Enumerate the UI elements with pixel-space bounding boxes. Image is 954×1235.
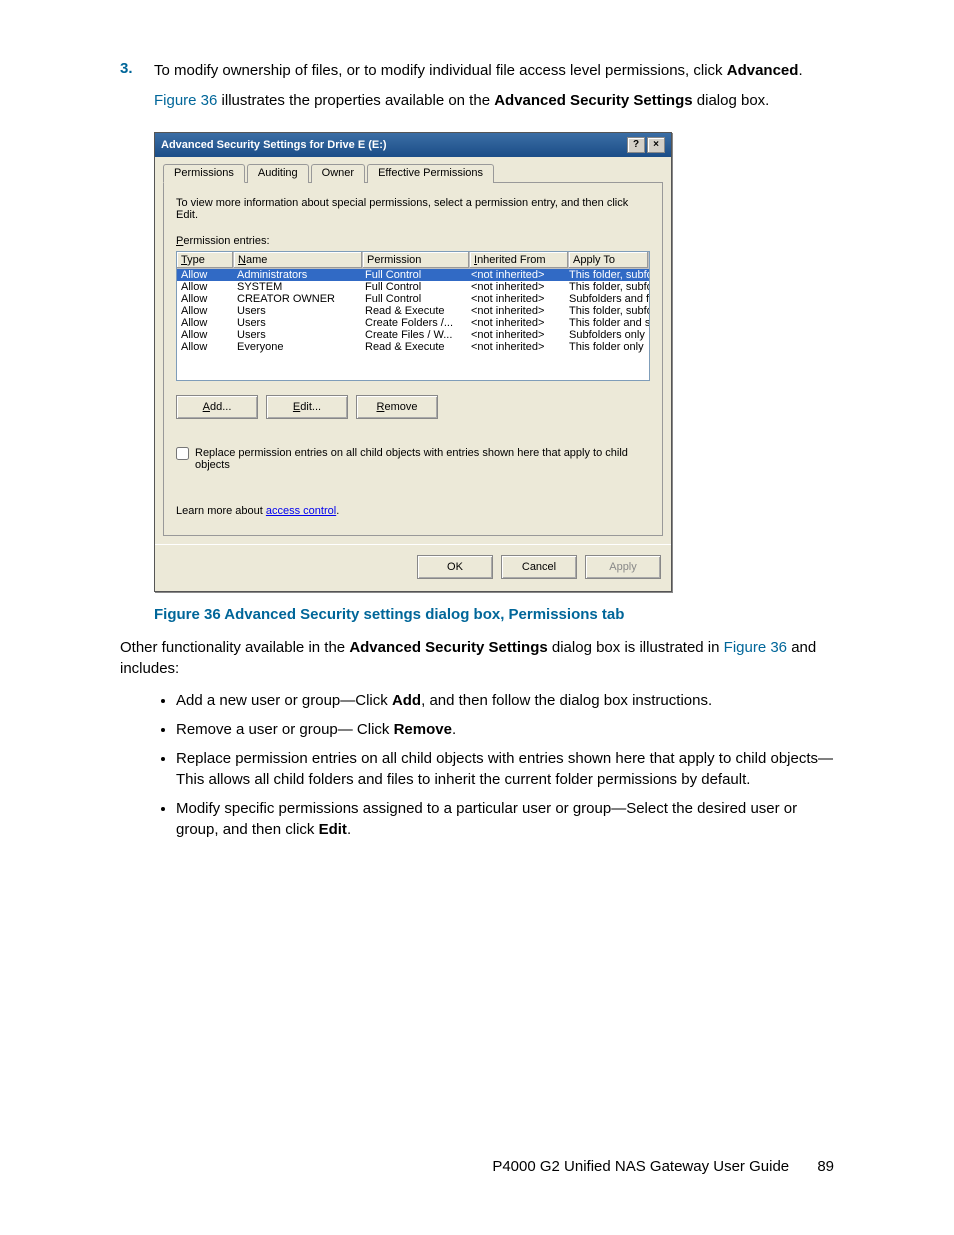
remove-button[interactable]: Remove [356, 395, 438, 419]
dialog-title: Advanced Security Settings for Drive E (… [161, 139, 625, 151]
replace-checkbox-row[interactable]: Replace permission entries on all child … [176, 447, 650, 471]
tab-auditing[interactable]: Auditing [247, 164, 309, 183]
list-item: Replace permission entries on all child … [176, 748, 834, 790]
help-icon[interactable]: ? [627, 137, 645, 153]
col-inherited[interactable]: Inherited From [470, 252, 569, 268]
replace-checkbox-label: Replace permission entries on all child … [195, 447, 650, 471]
list-item: Modify specific permissions assigned to … [176, 798, 834, 840]
access-control-link[interactable]: access control [266, 505, 336, 517]
figure-36-link-2[interactable]: Figure 36 [724, 639, 787, 656]
dialog-tabs: Permissions Auditing Owner Effective Per… [155, 157, 671, 182]
table-row[interactable]: AllowAdministratorsFull Control<not inhe… [177, 269, 649, 281]
entry-buttons: Add... Edit... Remove [176, 395, 650, 419]
list-item: Remove a user or group— Click Remove. [176, 719, 834, 740]
ok-button[interactable]: OK [417, 555, 493, 579]
advanced-security-dialog: Advanced Security Settings for Drive E (… [154, 132, 672, 592]
table-row[interactable]: AllowUsersCreate Folders /...<not inheri… [177, 317, 649, 329]
table-row[interactable]: AllowUsersRead & Execute<not inherited>T… [177, 305, 649, 317]
replace-checkbox[interactable] [176, 447, 189, 460]
step3-line2-post: dialog box. [693, 92, 770, 109]
col-apply-to[interactable]: Apply To [569, 252, 649, 268]
figure-36-link-1[interactable]: Figure 36 [154, 92, 217, 109]
after-paragraph: Other functionality available in the Adv… [120, 637, 834, 681]
list-item: Add a new user or group—Click Add, and t… [176, 690, 834, 711]
footer-title: P4000 G2 Unified NAS Gateway User Guide [492, 1158, 789, 1175]
adv-sec-settings-bold-1: Advanced Security Settings [494, 92, 692, 109]
learn-more: Learn more about access control. [176, 505, 650, 517]
tab-permissions[interactable]: Permissions [163, 164, 245, 183]
list-header: Type Name Permission Inherited From Appl… [177, 252, 649, 269]
edit-button[interactable]: Edit... [266, 395, 348, 419]
permissions-tab-panel: To view more information about special p… [163, 182, 663, 536]
permission-entries-list[interactable]: Type Name Permission Inherited From Appl… [176, 251, 650, 381]
col-type[interactable]: Type [177, 252, 234, 268]
permissions-intro: To view more information about special p… [176, 197, 650, 221]
step3-text-post: . [798, 62, 802, 79]
cancel-button[interactable]: Cancel [501, 555, 577, 579]
table-row[interactable]: AllowEveryoneRead & Execute<not inherite… [177, 341, 649, 353]
page-number: 89 [817, 1158, 834, 1175]
dialog-titlebar: Advanced Security Settings for Drive E (… [155, 133, 671, 157]
permission-entries-label: Permission entries: [176, 235, 650, 247]
advanced-keyword: Advanced [727, 62, 799, 79]
close-icon[interactable]: × [647, 137, 665, 153]
col-name[interactable]: Name [234, 252, 363, 268]
page-footer: P4000 G2 Unified NAS Gateway User Guide … [492, 1158, 834, 1175]
tab-owner[interactable]: Owner [311, 164, 365, 183]
adv-sec-settings-bold-2: Advanced Security Settings [349, 639, 547, 656]
table-row[interactable]: AllowCREATOR OWNERFull Control<not inher… [177, 293, 649, 305]
col-permission[interactable]: Permission [363, 252, 470, 268]
feature-bullets: Add a new user or group—Click Add, and t… [154, 690, 834, 840]
step-3: 3. To modify ownership of files, or to m… [120, 60, 834, 122]
table-row[interactable]: AllowUsersCreate Files / W...<not inheri… [177, 329, 649, 341]
step3-line2-mid: illustrates the properties available on … [217, 92, 494, 109]
table-row[interactable]: AllowSYSTEMFull Control<not inherited>Th… [177, 281, 649, 293]
figure-36-caption: Figure 36 Advanced Security settings dia… [154, 606, 834, 623]
apply-button[interactable]: Apply [585, 555, 661, 579]
tab-effective-permissions[interactable]: Effective Permissions [367, 164, 494, 183]
dialog-footer: OK Cancel Apply [155, 544, 671, 591]
step-number: 3. [120, 60, 154, 122]
add-button[interactable]: Add... [176, 395, 258, 419]
step3-text-pre: To modify ownership of files, or to modi… [154, 62, 727, 79]
step-text: To modify ownership of files, or to modi… [154, 60, 834, 122]
